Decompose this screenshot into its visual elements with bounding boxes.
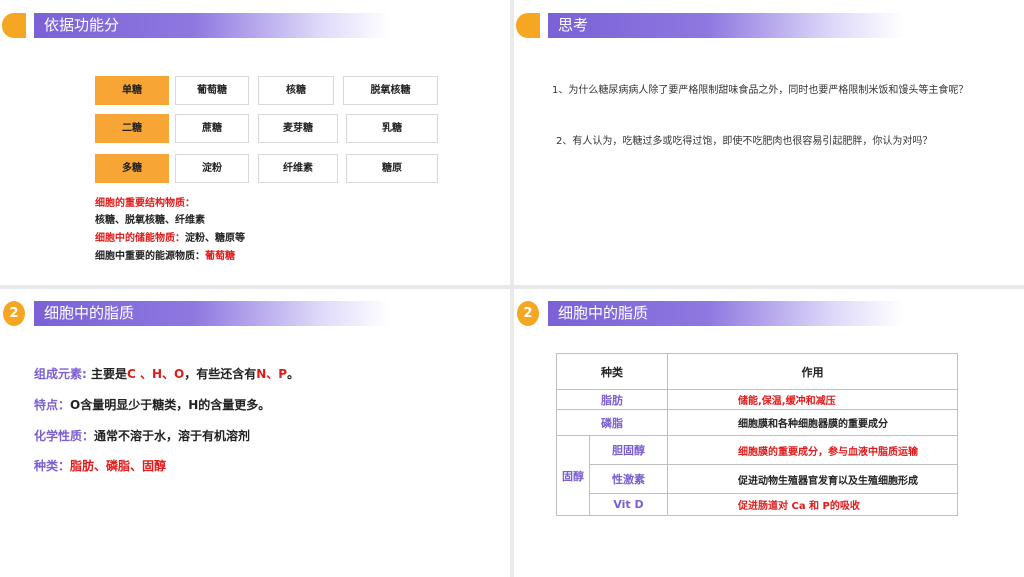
chemistry-text: 通常不溶于水，溶于有机溶剂	[94, 429, 251, 443]
note-storage: 细胞中的储能物质：淀粉、糖原等	[95, 232, 245, 246]
note-structure-label: 细胞的重要结构物质：	[95, 198, 195, 209]
table-row: 脂肪 储能,保温,缓冲和减压	[556, 389, 958, 410]
role-sex-hormone: 促进动物生殖器官发育以及生殖细胞形成	[667, 464, 958, 494]
sugar-cell: 脱氧核糖	[343, 76, 438, 105]
types-text: 脂肪、磷脂、固醇	[70, 459, 167, 473]
feature-label: 特点：	[34, 398, 71, 412]
lipid-table: 种类 作用 脂肪 储能,保温,缓冲和减压 磷脂 细胞膜和各种细胞器膜的重要成分 …	[556, 353, 958, 516]
slide-title: 细胞中的脂质	[558, 304, 649, 322]
composition-label: 组成元素:	[34, 367, 87, 381]
header-bar	[548, 13, 904, 38]
table-header-row: 种类 作用	[556, 353, 958, 390]
header-tab	[2, 13, 26, 38]
feature-text: O含量明显少于糖类，H的含量更多。	[70, 398, 271, 412]
sugar-cell: 核糖	[258, 76, 334, 105]
composition-text-e: 。	[287, 367, 300, 381]
slide-title: 依据功能分	[44, 16, 120, 34]
table-row: 固醇 胆固醇 细胞膜的重要成分，参与血液中脂质运输	[556, 435, 958, 516]
type-phospholipid: 磷脂	[556, 409, 668, 436]
slide-header: 2 细胞中的脂质	[514, 301, 904, 326]
note-storage-value: 淀粉、糖原等	[185, 233, 245, 244]
slide-lipids-table: 2 细胞中的脂质 种类 作用 脂肪 储能,保温,缓冲和减压 磷脂 细胞膜和各种细…	[514, 289, 1024, 577]
composition-line: 组成元素: 主要是C 、H、O，有些还含有N、P。	[34, 365, 299, 382]
table-row: 性激素 促进动物生殖器官发育以及生殖细胞形成	[557, 464, 958, 494]
slide-title: 细胞中的脂质	[44, 304, 135, 322]
composition-extra-elements: N、P	[256, 367, 288, 381]
slide-header: 思考	[514, 13, 904, 38]
question-1: 1、为什么糖尿病病人除了要严格限制甜味食品之外，同时也要严格限制米饭和馒头等主食…	[552, 85, 969, 96]
category-cell: 多糖	[95, 154, 169, 183]
header-type: 种类	[556, 353, 668, 390]
slide-title: 思考	[558, 16, 589, 34]
question-2: 2、有人认为，吃糖过多或吃得过饱，即使不吃肥肉也很容易引起肥胖，你认为对吗？	[556, 136, 933, 147]
chemistry-line: 化学性质：通常不溶于水，溶于有机溶剂	[34, 427, 250, 444]
sugar-cell: 淀粉	[175, 154, 249, 183]
type-vitamin-d: Vit D	[589, 493, 668, 516]
note-energy-value: 葡萄糖	[205, 251, 235, 262]
sugar-cell: 糖原	[346, 154, 438, 183]
role-vitamin-d: 促进肠道对 Ca 和 P的吸收	[667, 493, 958, 516]
slide-lipids-overview: 2 细胞中的脂质 组成元素: 主要是C 、H、O，有些还含有N、P。 特点：O含…	[0, 289, 510, 577]
category-cell: 二糖	[95, 114, 169, 143]
header-number: 2	[517, 301, 539, 326]
header-number: 2	[3, 301, 25, 326]
types-label: 种类：	[34, 459, 71, 473]
feature-line: 特点：O含量明显少于糖类，H的含量更多。	[34, 396, 270, 413]
composition-elements: C 、H、O	[127, 367, 185, 381]
header-tab	[516, 13, 540, 38]
type-sex-hormone: 性激素	[589, 464, 668, 494]
category-cell: 单糖	[95, 76, 169, 105]
sugar-cell: 纤维素	[258, 154, 338, 183]
type-fat: 脂肪	[556, 389, 668, 410]
note-storage-label: 细胞中的储能物质：	[95, 233, 185, 244]
slide-header: 2 细胞中的脂质	[0, 301, 390, 326]
table-row: 磷脂 细胞膜和各种细胞器膜的重要成分	[556, 409, 958, 436]
role-phospholipid: 细胞膜和各种细胞器膜的重要成分	[667, 409, 958, 436]
chemistry-label: 化学性质：	[34, 429, 95, 443]
types-line: 种类：脂肪、磷脂、固醇	[34, 457, 166, 474]
note-energy-label: 细胞中重要的能源物质：	[95, 251, 205, 262]
table-row: Vit D 促进肠道对 Ca 和 P的吸收	[557, 493, 958, 516]
slide-think: 思考 1、为什么糖尿病病人除了要严格限制甜味食品之外，同时也要严格限制米饭和馒头…	[514, 0, 1024, 285]
role-cholesterol: 细胞膜的重要成分，参与血液中脂质运输	[667, 435, 958, 465]
sugar-cell: 葡萄糖	[175, 76, 249, 105]
composition-text-c: ，有些还含有	[184, 367, 257, 381]
header-function: 作用	[667, 353, 958, 390]
type-sterol: 固醇	[556, 435, 590, 516]
note-energy: 细胞中重要的能源物质：葡萄糖	[95, 250, 235, 264]
composition-text-a: 主要是	[91, 367, 128, 381]
note-structure-value: 核糖、脱氧核糖、纤维素	[95, 215, 205, 226]
type-cholesterol: 胆固醇	[589, 435, 668, 465]
slide-header: 依据功能分	[0, 13, 390, 38]
sugar-cell: 麦芽糖	[258, 114, 338, 143]
sugar-cell: 蔗糖	[175, 114, 249, 143]
role-fat: 储能,保温,缓冲和减压	[667, 389, 958, 410]
slide-function-classification: 依据功能分 单糖 葡萄糖 核糖 脱氧核糖 二糖 蔗糖 麦芽糖 乳糖 多糖 淀粉 …	[0, 0, 510, 285]
sugar-cell: 乳糖	[346, 114, 438, 143]
